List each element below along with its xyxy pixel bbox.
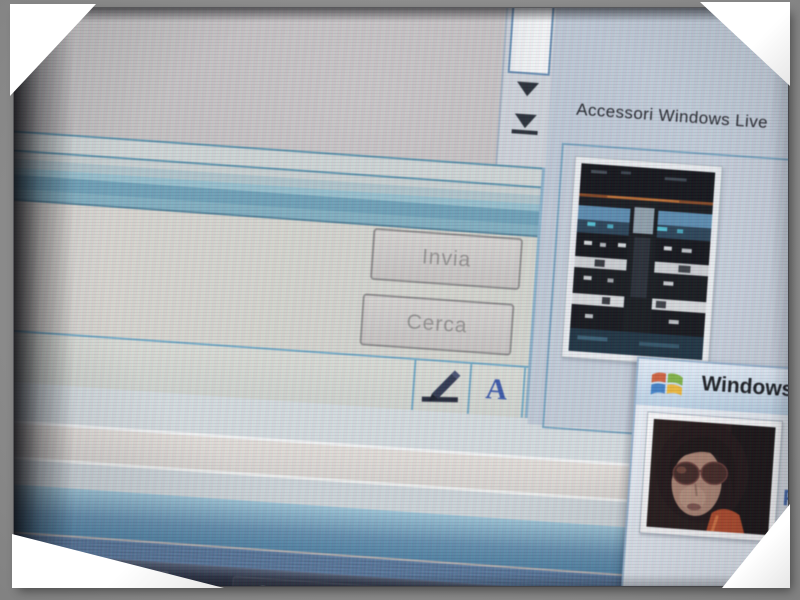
search-button[interactable]: Cerca	[359, 293, 514, 355]
letter-A-icon: A	[485, 372, 509, 407]
pen-icon	[418, 364, 467, 409]
scroll-to-bottom-icon[interactable]	[514, 113, 537, 129]
desktop: Invia Cerca A A	[14, 8, 788, 586]
send-button-label: Invia	[421, 245, 472, 272]
framed-photo-of-screen: { "conversation_window": { "accessories_…	[0, 0, 800, 600]
search-button-label: Cerca	[406, 310, 469, 338]
send-button[interactable]: Invia	[370, 228, 523, 290]
webcam-frame	[561, 156, 723, 368]
webcam-video	[568, 163, 715, 360]
font-tab[interactable]: A	[467, 362, 526, 418]
windows-flag-icon	[648, 367, 686, 401]
handwriting-tab[interactable]	[411, 358, 472, 414]
avatar-frame	[639, 411, 783, 542]
scroll-down-icon[interactable]	[516, 82, 539, 98]
avatar-photo	[646, 419, 775, 535]
popup-title: Windows	[701, 372, 788, 402]
messenger-buddy-icon	[241, 582, 273, 586]
taskbar-button-messenger[interactable]: v@l...	[230, 576, 464, 586]
photo-print: Invia Cerca A A	[14, 8, 788, 586]
